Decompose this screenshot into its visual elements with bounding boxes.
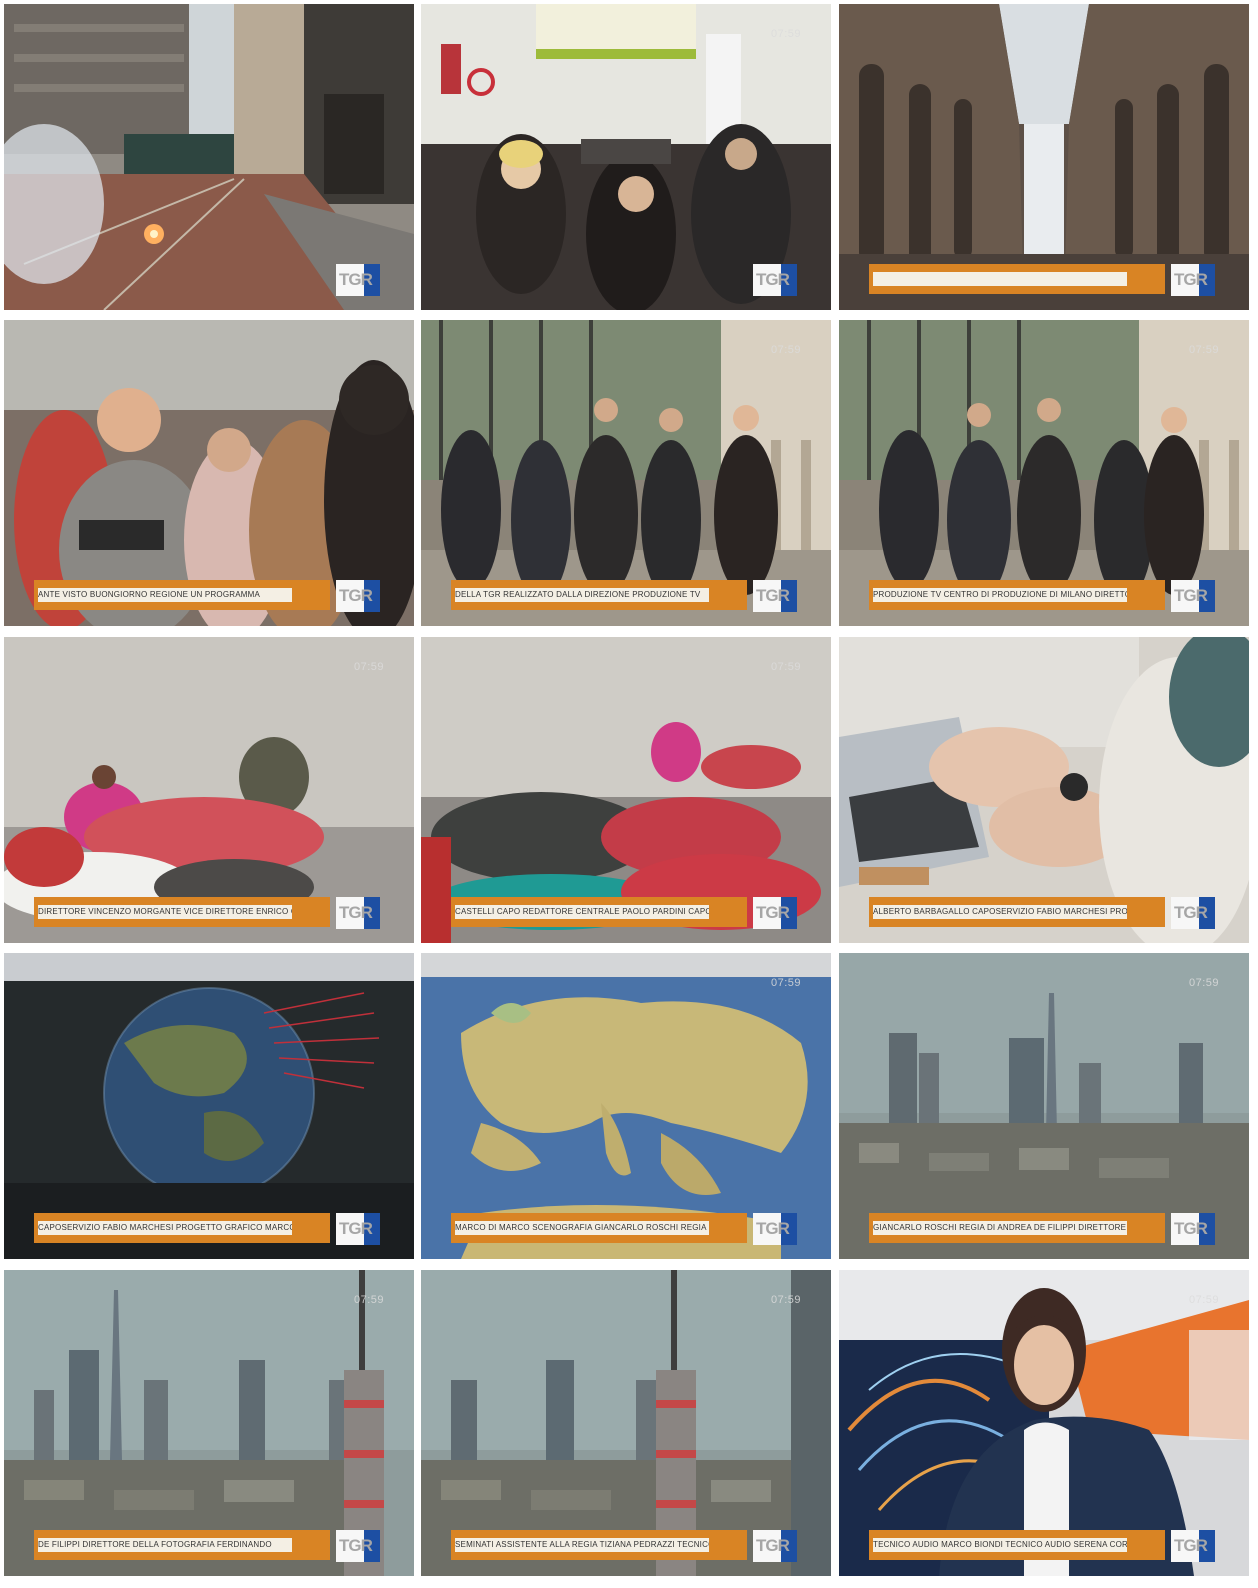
timecode: 07:59: [770, 977, 801, 989]
tile-skyline: 07:59 GIANCARLO ROSCHI REGIA DI ANDREA D…: [839, 953, 1249, 1259]
lower-third-bar: PRODUZIONE TV CENTRO DI PRODUZIONE DI MI…: [869, 580, 1165, 610]
lower-third-caption: DELLA TGR REALIZZATO DALLA DIREZIONE PRO…: [455, 588, 709, 602]
lower-third-caption: GIANCARLO ROSCHI REGIA DI ANDREA DE FILI…: [873, 1221, 1127, 1235]
tile-shelter-beds-a: 07:59 DIRETTORE VINCENZO MORGANTE VICE D…: [4, 637, 414, 943]
tile-street-riot: TGR: [4, 4, 414, 310]
lower-third-caption: CASTELLI CAPO REDATTORE CENTRALE PAOLO P…: [455, 905, 709, 919]
tgr-logo: TGR: [753, 897, 797, 929]
tgr-logo: TGR: [1171, 264, 1215, 296]
tgr-logo: TGR: [753, 580, 797, 612]
tile-shelter-beds-b: 07:59 CASTELLI CAPO REDATTORE CENTRALE P…: [421, 637, 831, 943]
tgr-logo-text: TGR: [339, 1536, 373, 1555]
timecode: 07:59: [770, 1294, 801, 1306]
tile-station-people-b: 07:59 PRODUZIONE TV CENTRO DI PRODUZIONE…: [839, 320, 1249, 626]
tgr-logo: TGR: [336, 897, 380, 929]
timecode: 07:59: [770, 28, 801, 40]
lower-third-caption: TECNICO AUDIO MARCO BIONDI TECNICO AUDIO…: [873, 1538, 1127, 1552]
lower-third-caption: DIRETTORE VINCENZO MORGANTE VICE DIRETTO…: [38, 905, 292, 919]
tgr-logo-text: TGR: [756, 903, 790, 922]
lower-third-bar: SEMINATI ASSISTENTE ALLA REGIA TIZIANA P…: [451, 1530, 747, 1560]
tgr-logo: TGR: [336, 1530, 380, 1562]
tgr-logo: TGR: [753, 264, 797, 296]
tgr-logo: TGR: [1171, 580, 1215, 612]
tgr-logo-text: TGR: [339, 586, 373, 605]
tgr-logo: TGR: [753, 1213, 797, 1245]
lower-third-bar: DIRETTORE VINCENZO MORGANTE VICE DIRETTO…: [34, 897, 330, 927]
tile-globe-screen: CAPOSERVIZIO FABIO MARCHESI PROGETTO GRA…: [4, 953, 414, 1259]
tgr-logo-text: TGR: [1174, 270, 1208, 289]
lower-third-bar: CASTELLI CAPO REDATTORE CENTRALE PAOLO P…: [451, 897, 747, 927]
tgr-logo: TGR: [336, 1213, 380, 1245]
tgr-logo: TGR: [1171, 1530, 1215, 1562]
lower-third-caption: ALBERTO BARBAGALLO CAPOSERVIZIO FABIO MA…: [873, 905, 1127, 919]
timecode: 07:59: [1188, 1294, 1219, 1306]
lower-third-caption: [873, 272, 1127, 286]
lower-third-caption: CAPOSERVIZIO FABIO MARCHESI PROGETTO GRA…: [38, 1221, 292, 1235]
tgr-logo: TGR: [1171, 897, 1215, 929]
lower-third-caption: MARCO DI MARCO SCENOGRAFIA GIANCARLO ROS…: [455, 1221, 709, 1235]
lower-third-bar: ALBERTO BARBAGALLO CAPOSERVIZIO FABIO MA…: [869, 897, 1165, 927]
lower-third-bar: DELLA TGR REALIZZATO DALLA DIREZIONE PRO…: [451, 580, 747, 610]
lower-third-bar: MARCO DI MARCO SCENOGRAFIA GIANCARLO ROS…: [451, 1213, 747, 1243]
tgr-logo-text: TGR: [756, 1536, 790, 1555]
tgr-logo-text: TGR: [1174, 586, 1208, 605]
tgr-logo-text: TGR: [756, 1219, 790, 1238]
timecode: 07:59: [1188, 977, 1219, 989]
tile-crowd-close: ANTE VISTO BUONGIORNO REGIONE UN PROGRAM…: [4, 320, 414, 626]
tile-skyline-tower-a: 07:59 DE FILIPPI DIRETTORE DELLA FOTOGRA…: [4, 1270, 414, 1576]
tile-fair-crowd: 07:59 TGR: [421, 4, 831, 310]
timecode: 07:59: [353, 1294, 384, 1306]
timecode: 07:59: [1188, 344, 1219, 356]
tgr-logo: TGR: [336, 264, 380, 296]
tgr-logo-text: TGR: [756, 270, 790, 289]
tgr-logo: TGR: [1171, 1213, 1215, 1245]
tile-station-people-a: 07:59 DELLA TGR REALIZZATO DALLA DIREZIO…: [421, 320, 831, 626]
tgr-logo-text: TGR: [339, 270, 373, 289]
tile-galleria: TGR: [839, 4, 1249, 310]
tgr-logo-text: TGR: [1174, 1536, 1208, 1555]
lower-third-bar: ANTE VISTO BUONGIORNO REGIONE UN PROGRAM…: [34, 580, 330, 610]
tgr-logo-text: TGR: [1174, 903, 1208, 922]
timecode: 07:59: [770, 344, 801, 356]
lower-third-bar: CAPOSERVIZIO FABIO MARCHESI PROGETTO GRA…: [34, 1213, 330, 1243]
tgr-logo: TGR: [336, 580, 380, 612]
tgr-logo: TGR: [753, 1530, 797, 1562]
contact-sheet: TGR 07:59 TGR TGR ANTE VISTO BUONGIORNO …: [0, 0, 1258, 1588]
timecode: 07:59: [770, 661, 801, 673]
lower-third-bar: DE FILIPPI DIRETTORE DELLA FOTOGRAFIA FE…: [34, 1530, 330, 1560]
tgr-logo-text: TGR: [1174, 1219, 1208, 1238]
lower-third-bar: TECNICO AUDIO MARCO BIONDI TECNICO AUDIO…: [869, 1530, 1165, 1560]
tile-skyline-tower-b: 07:59 SEMINATI ASSISTENTE ALLA REGIA TIZ…: [421, 1270, 831, 1576]
lower-third-caption: SEMINATI ASSISTENTE ALLA REGIA TIZIANA P…: [455, 1538, 709, 1552]
lower-third-caption: DE FILIPPI DIRETTORE DELLA FOTOGRAFIA FE…: [38, 1538, 292, 1552]
lower-third-bar: GIANCARLO ROSCHI REGIA DI ANDREA DE FILI…: [869, 1213, 1165, 1243]
timecode: 07:59: [353, 661, 384, 673]
tile-europe-map: 07:59 MARCO DI MARCO SCENOGRAFIA GIANCAR…: [421, 953, 831, 1259]
tgr-logo-text: TGR: [339, 903, 373, 922]
tgr-logo-text: TGR: [756, 586, 790, 605]
lower-third-bar: [869, 264, 1165, 294]
tile-hands-tablet: ALBERTO BARBAGALLO CAPOSERVIZIO FABIO MA…: [839, 637, 1249, 943]
tgr-logo-text: TGR: [339, 1219, 373, 1238]
tile-presenter: 07:59 TECNICO AUDIO MARCO BIONDI TECNICO…: [839, 1270, 1249, 1576]
lower-third-caption: PRODUZIONE TV CENTRO DI PRODUZIONE DI MI…: [873, 588, 1127, 602]
lower-third-caption: ANTE VISTO BUONGIORNO REGIONE UN PROGRAM…: [38, 588, 292, 602]
